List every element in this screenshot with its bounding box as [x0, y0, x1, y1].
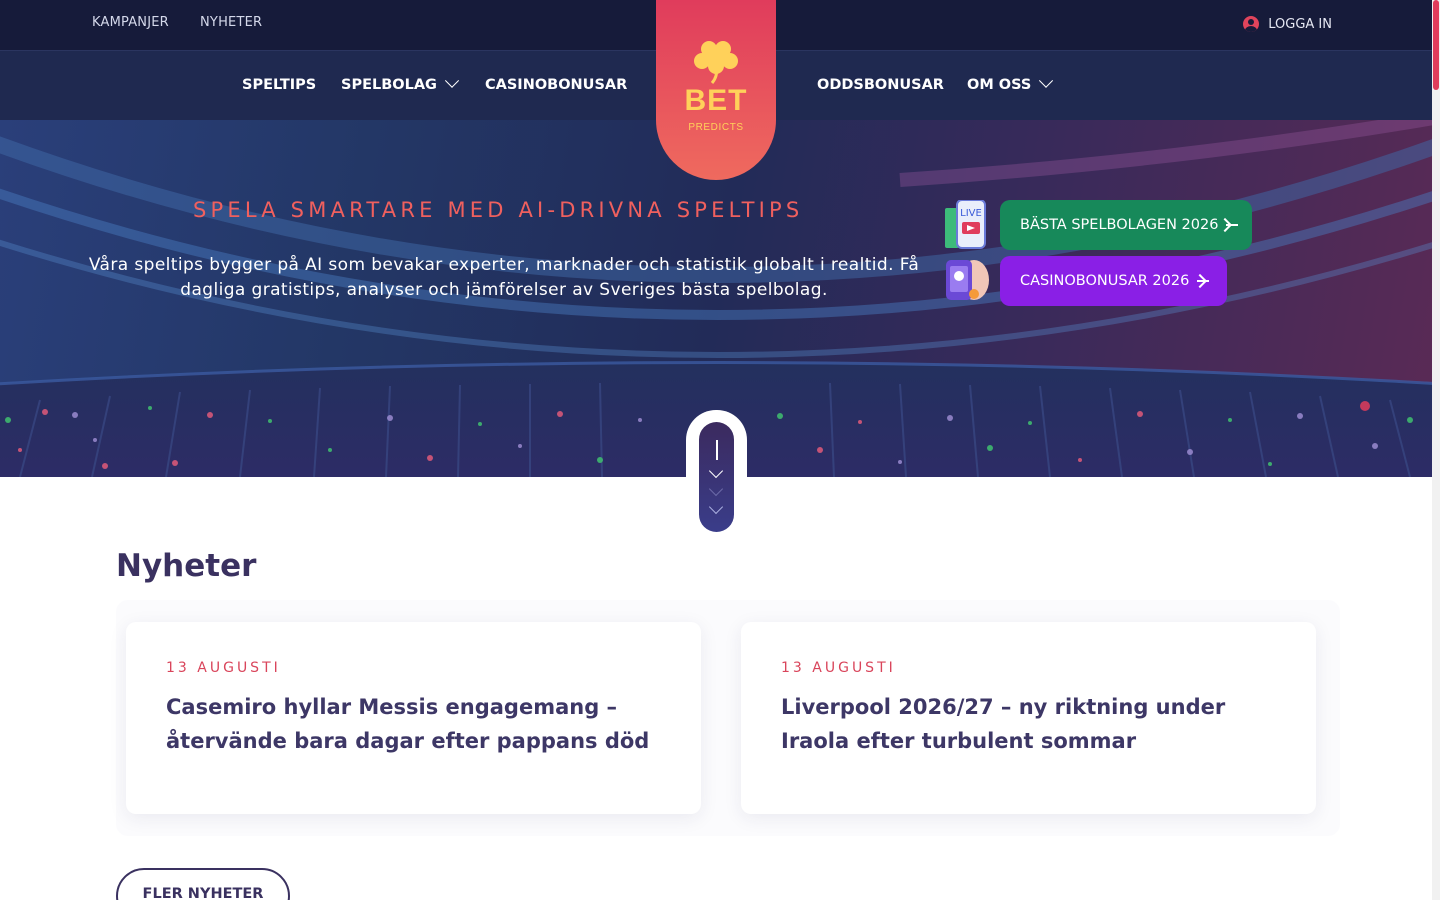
nav-item-oddsbonusar[interactable]: ODDSBONUSAR — [817, 77, 944, 93]
best-bookmakers-button[interactable]: BÄSTA SPELBOLAGEN 2026 — [1000, 200, 1252, 250]
live-phone-icon: LIVE — [945, 200, 986, 249]
nav-item-label: CASINOBONUSAR — [485, 77, 628, 93]
site-logo[interactable]: BET PREDICTS — [656, 0, 776, 180]
top-link-nyheter[interactable]: NYHETER — [200, 15, 262, 30]
news-date: 13 AUGUSTI — [166, 660, 281, 676]
login-label: LOGGA IN — [1268, 16, 1332, 32]
user-circle-icon — [1243, 16, 1260, 32]
cta-label: CASINOBONUSAR 2026 — [1020, 273, 1190, 289]
nav-item-speltips[interactable]: SPELTIPS — [242, 77, 316, 93]
logo-wordmark: BET — [684, 84, 748, 117]
news-card[interactable]: 13 AUGUSTI Liverpool 2026/27 – ny riktni… — [741, 622, 1316, 814]
arrow-right-icon — [1226, 219, 1238, 231]
logo-subtitle: PREDICTS — [688, 122, 744, 133]
hero-title: SPELA SMARTARE MED AI-DRIVNA SPELTIPS — [193, 198, 804, 222]
nav-item-label: SPELTIPS — [242, 77, 317, 93]
top-link-kampanjer[interactable]: KAMPANJER — [92, 15, 169, 30]
chevron-down-icon — [444, 73, 460, 88]
news-heading: Nyheter — [116, 548, 257, 584]
arrow-right-icon — [1197, 275, 1209, 287]
news-title[interactable]: Casemiro hyllar Messis engagemang – åter… — [166, 690, 666, 758]
cta-label: BÄSTA SPELBOLAGEN 2026 — [1020, 217, 1219, 233]
nav-item-om-oss[interactable]: OM OSS — [967, 73, 1054, 93]
nav-item-casinobonusar[interactable]: CASINOBONUSAR — [485, 77, 627, 93]
scrollbar-track[interactable] — [1432, 0, 1440, 900]
news-date: 13 AUGUSTI — [781, 660, 896, 676]
clover-icon — [694, 41, 738, 84]
nav-item-label: ODDSBONUSAR — [817, 77, 944, 93]
nav-item-label: OM OSS — [967, 77, 1032, 93]
login-button[interactable]: LOGGA IN — [1243, 16, 1332, 32]
nav-item-spelbolag[interactable]: SPELBOLAG — [341, 73, 460, 93]
live-badge: LIVE — [960, 208, 982, 219]
casino-phone-icon — [946, 260, 989, 300]
hero-description: Våra speltips bygger på AI som bevakar e… — [88, 255, 920, 300]
more-news-button[interactable]: FLER NYHETER — [116, 868, 290, 900]
chevron-down-icon — [1039, 73, 1054, 88]
scrollbar-thumb[interactable] — [1433, 0, 1439, 90]
scroll-indicator-line — [716, 440, 718, 460]
nav-item-label: SPELBOLAG — [341, 77, 437, 93]
news-card[interactable]: 13 AUGUSTI Casemiro hyllar Messis engage… — [126, 622, 701, 814]
news-title[interactable]: Liverpool 2026/27 – ny riktning under Ir… — [781, 690, 1281, 758]
casino-bonus-button[interactable]: CASINOBONUSAR 2026 — [1000, 256, 1227, 306]
